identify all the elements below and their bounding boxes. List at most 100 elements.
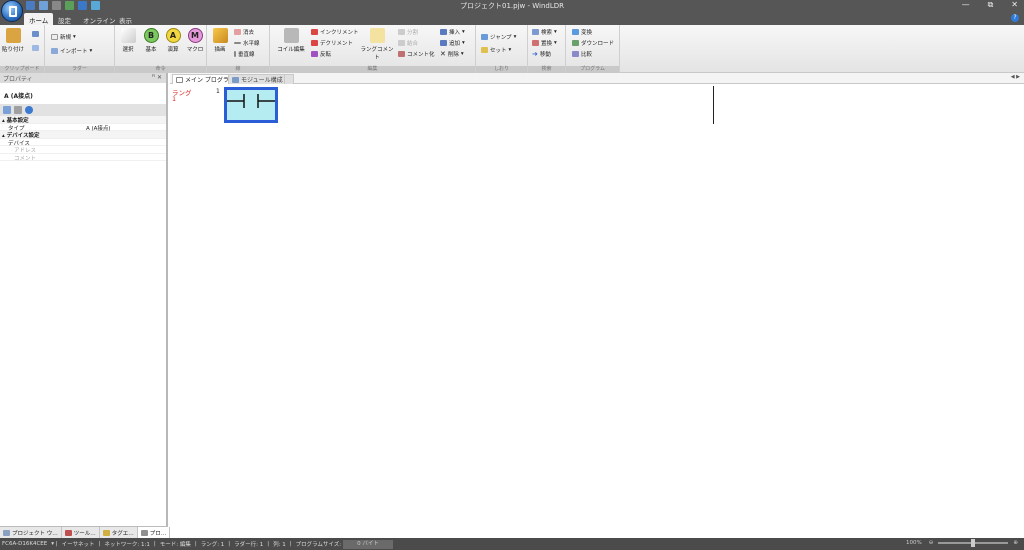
comment-out-button[interactable]: コメント化: [398, 50, 435, 58]
horizontal-line-icon: [234, 42, 241, 44]
convert-button[interactable]: 変換: [572, 28, 592, 36]
calc-button[interactable]: A 演算: [162, 28, 184, 53]
jump-button[interactable]: ジャンプ ▾: [481, 33, 516, 41]
comm-type: イーサネット: [61, 542, 95, 548]
minimize-button[interactable]: —: [962, 0, 970, 10]
tab-home[interactable]: ホーム: [24, 13, 54, 25]
download-label: ダウンロード: [581, 41, 615, 47]
property-row[interactable]: コメント: [0, 154, 166, 162]
import-button[interactable]: インポート ▾: [51, 47, 92, 55]
application-menu-button[interactable]: [1, 0, 23, 22]
cut-icon[interactable]: [32, 31, 39, 37]
zoom-in-icon[interactable]: ⊕: [1011, 540, 1020, 546]
zoom-slider[interactable]: [938, 539, 1009, 547]
network-status: ネットワーク: 1:1: [104, 542, 150, 548]
arrow-right-icon: ➜: [532, 50, 538, 58]
split-icon: [398, 29, 405, 35]
close-button[interactable]: ✕: [1011, 0, 1018, 10]
move-button[interactable]: ➜ 移動: [532, 50, 551, 58]
property-row[interactable]: デバイス: [0, 139, 166, 147]
property-row[interactable]: タイプ A (A接点): [0, 124, 166, 132]
paste-button[interactable]: 貼り付け: [2, 28, 24, 53]
add-button[interactable]: 追加 ▾: [440, 39, 465, 47]
ribbon-tabs: ホーム 設定 オンライン 表示 ?: [0, 12, 1024, 25]
new-button[interactable]: 新規 ▾: [51, 33, 76, 41]
delete-button[interactable]: ✕ 削除 ▾: [440, 50, 464, 58]
property-row[interactable]: アドレス: [0, 146, 166, 154]
group-line: 描画 消去 水平線 垂直線 線: [207, 25, 270, 73]
tag-icon: [102, 529, 110, 536]
tab-project-window[interactable]: プロジェクト ウ…: [0, 527, 62, 538]
copy-icon[interactable]: [32, 45, 39, 51]
maximize-button[interactable]: ⧉: [988, 0, 994, 10]
group-search: 検索 ▾ 置換 ▾ ➜ 移動 検索: [528, 25, 566, 73]
plc-type[interactable]: FC6A-D16K4CEE: [0, 541, 49, 547]
property-row[interactable]: ▴ デバイス設定: [0, 131, 166, 139]
new-icon: [51, 34, 58, 40]
zoom-out-icon[interactable]: ⊖: [927, 540, 936, 546]
tab-project-label: プロジェクト ウ…: [12, 530, 58, 537]
tab-tag-editor[interactable]: タグエ…: [100, 527, 138, 538]
compare-button[interactable]: 比較: [572, 50, 592, 58]
basic-label: 基本: [145, 47, 157, 53]
column-status: 列: 1: [273, 542, 286, 548]
comment-out-icon: [398, 51, 405, 57]
tab-settings[interactable]: 設定: [53, 13, 76, 25]
property-row[interactable]: ▴ 基本設定: [0, 116, 166, 124]
tab-scroll-arrows[interactable]: ◀ ▶: [1011, 74, 1020, 80]
zoom-control[interactable]: 100% ⊖ ⊕: [904, 539, 1020, 547]
basic-button[interactable]: B 基本: [140, 28, 162, 53]
join-button[interactable]: 結合: [398, 39, 418, 47]
app-logo-icon: [9, 6, 17, 17]
download-button[interactable]: ダウンロード: [572, 39, 614, 47]
replace-icon: [532, 40, 539, 46]
rung-number: 1: [172, 95, 177, 103]
selected-ladder-cell[interactable]: [224, 87, 278, 123]
increment-icon: [311, 29, 318, 35]
import-label: インポート: [60, 49, 88, 55]
coil-edit-button[interactable]: コイル編集: [274, 28, 308, 53]
group-instruction: 選択 B 基本 A 演算 M マクロ 命令: [115, 25, 207, 73]
tools-icon: [64, 529, 72, 536]
rung-comment-button[interactable]: ラングコメント: [360, 28, 394, 61]
group-label-program: プログラム: [566, 66, 619, 73]
draw-button[interactable]: 描画: [209, 28, 231, 53]
window-title: プロジェクト01.pjw - WindLDR: [460, 2, 564, 10]
tab-module-config[interactable]: モジュール構成: [228, 74, 287, 84]
sort-alpha-icon[interactable]: [14, 106, 22, 114]
zoom-thumb[interactable]: [971, 539, 976, 547]
property-key: デバイス: [8, 140, 30, 147]
select-button[interactable]: 選択: [117, 28, 139, 53]
macro-button[interactable]: M マクロ: [184, 28, 206, 53]
ladder-editor[interactable]: ラング 1 1: [170, 84, 1024, 537]
invert-button[interactable]: 反転: [311, 50, 331, 58]
tab-view[interactable]: 表示: [114, 13, 137, 25]
ribbon: 貼り付け クリップボード 新規 ▾ インポート ▾ ラダー 選択 B 基本 A 演算…: [0, 25, 1024, 73]
document-tabs: メイン プログラム モジュール構成 ◀ ▶: [170, 73, 1024, 84]
join-icon: [398, 40, 405, 46]
new-tab-button[interactable]: [284, 74, 294, 84]
horizontal-line-button[interactable]: 水平線: [234, 39, 260, 47]
decrement-button[interactable]: デクリメント: [311, 39, 353, 47]
new-label: 新規: [60, 35, 72, 41]
property-pages-icon[interactable]: [25, 106, 33, 114]
categorized-icon[interactable]: [3, 106, 11, 114]
replace-button[interactable]: 置換 ▾: [532, 39, 557, 47]
add-label: 追加: [449, 41, 461, 47]
draw-label: 描画: [214, 47, 226, 53]
vertical-line-button[interactable]: 垂直線: [234, 50, 255, 58]
insert-button[interactable]: 挿入 ▾: [440, 28, 465, 36]
tab-tools[interactable]: ツール…: [62, 527, 100, 538]
search-button[interactable]: 検索 ▾: [532, 28, 557, 36]
increment-button[interactable]: インクリメント: [311, 28, 359, 36]
split-button[interactable]: 分割: [398, 28, 418, 36]
join-label: 結合: [407, 41, 419, 47]
group-label-edit: 編集: [270, 66, 475, 73]
tab-properties[interactable]: プロ…: [137, 527, 171, 538]
tab-tools-label: ツール…: [73, 530, 96, 537]
pin-close-buttons[interactable]: ꟸ ✕: [152, 74, 162, 81]
help-icon[interactable]: ?: [1011, 14, 1019, 22]
set-button[interactable]: セット ▾: [481, 46, 511, 54]
download-program-icon: [572, 40, 579, 46]
erase-button[interactable]: 消去: [234, 28, 254, 36]
